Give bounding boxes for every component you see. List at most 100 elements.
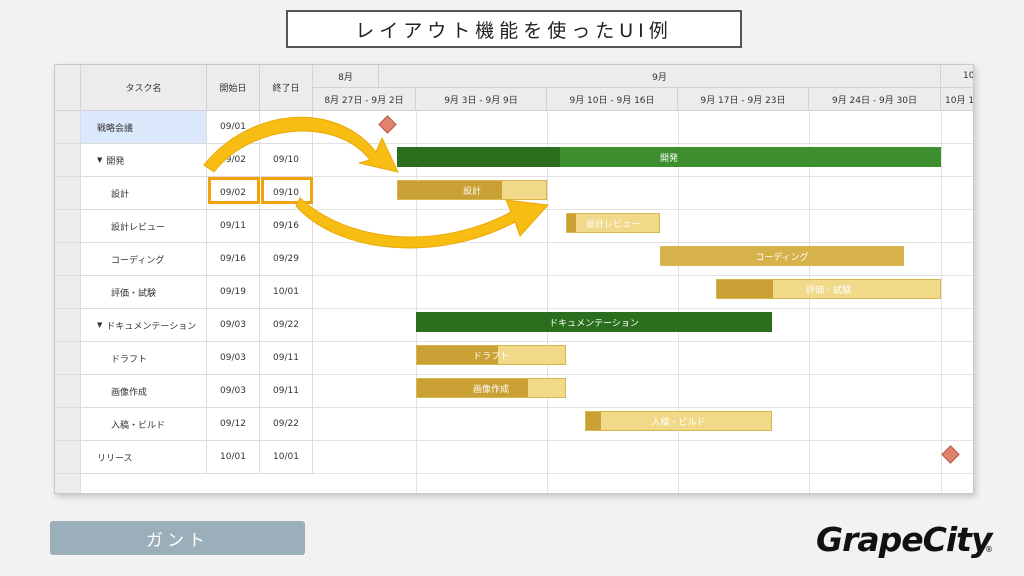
row-selector[interactable] bbox=[55, 408, 81, 440]
table-row[interactable]: 設計レビュー 09/11 09/16 bbox=[55, 210, 313, 243]
collapse-triangle-icon[interactable]: ▼ bbox=[97, 156, 102, 164]
gantt-chart: タスク名 開始日 終了日 戦略会議 09/01 09/01 ▼ 開発 09/02 … bbox=[54, 64, 974, 494]
gridline bbox=[678, 111, 679, 493]
task-name-cell: ▼ ドキュメンテーション bbox=[81, 309, 207, 341]
table-row[interactable]: 入稿・ビルド 09/12 09/22 bbox=[55, 408, 313, 441]
task-name: 入稿・ビルド bbox=[81, 408, 207, 440]
bar-label: 入稿・ビルド bbox=[651, 417, 706, 428]
task-name: 設計 bbox=[81, 177, 207, 209]
row-selector[interactable] bbox=[55, 375, 81, 407]
task-name-cell: ▼ 開発 bbox=[81, 144, 207, 176]
gridline bbox=[313, 275, 973, 276]
task-end[interactable]: 09/01 bbox=[260, 111, 313, 143]
task-end[interactable]: 09/10 bbox=[260, 144, 313, 176]
gridline bbox=[313, 440, 973, 441]
task-start[interactable]: 09/11 bbox=[207, 210, 260, 242]
bar-review[interactable]: 設計レビュー bbox=[566, 213, 660, 233]
row-selector[interactable] bbox=[55, 177, 81, 209]
row-selector[interactable] bbox=[55, 276, 81, 308]
task-start[interactable]: 09/02 bbox=[207, 144, 260, 176]
gridline bbox=[941, 111, 942, 493]
milestone-release[interactable] bbox=[941, 445, 960, 464]
column-header-start[interactable]: 開始日 bbox=[207, 65, 260, 111]
week-header: 10月 1 bbox=[941, 88, 973, 111]
week-header: 9月 3日 - 9月 9日 bbox=[416, 88, 547, 111]
row-selector[interactable] bbox=[55, 243, 81, 275]
month-header-sep: 9月 bbox=[379, 65, 941, 88]
bar-progress bbox=[586, 412, 601, 430]
table-row[interactable]: コーディング 09/16 09/29 bbox=[55, 243, 313, 276]
task-end[interactable]: 09/11 bbox=[260, 342, 313, 374]
task-start[interactable]: 09/03 bbox=[207, 342, 260, 374]
task-name: 戦略会議 bbox=[81, 111, 207, 143]
bar-label: ドラフト bbox=[472, 351, 509, 362]
table-row[interactable]: ▼ ドキュメンテーション 09/03 09/22 bbox=[55, 309, 313, 342]
task-end[interactable]: 09/29 bbox=[260, 243, 313, 275]
row-selector-filler bbox=[55, 474, 81, 493]
task-start[interactable]: 09/03 bbox=[207, 309, 260, 341]
task-end[interactable]: 09/16 bbox=[260, 210, 313, 242]
table-row[interactable]: ▼ 開発 09/02 09/10 bbox=[55, 144, 313, 177]
bar-coding[interactable]: コーディング bbox=[660, 246, 904, 266]
bar-dev[interactable]: 開発 bbox=[397, 147, 941, 167]
column-header-end[interactable]: 終了日 bbox=[260, 65, 313, 111]
row-selector[interactable] bbox=[55, 210, 81, 242]
bar-test[interactable]: 評価・試験 bbox=[716, 279, 941, 299]
table-row[interactable]: リリース 10/01 10/01 bbox=[55, 441, 313, 474]
grapecity-logo: GrapeCity bbox=[816, 520, 992, 559]
row-selector[interactable] bbox=[55, 144, 81, 176]
task-name: ドキュメンテーション bbox=[106, 321, 197, 332]
task-start[interactable]: 10/01 bbox=[207, 441, 260, 473]
gridline bbox=[313, 473, 973, 474]
row-selector[interactable] bbox=[55, 111, 81, 143]
bar-progress bbox=[567, 214, 577, 232]
bar-images[interactable]: 画像作成 bbox=[416, 378, 566, 398]
task-start[interactable]: 09/16 bbox=[207, 243, 260, 275]
task-name: コーディング bbox=[81, 243, 207, 275]
task-end[interactable]: 09/22 bbox=[260, 408, 313, 440]
highlight-start-date bbox=[208, 177, 260, 204]
bar-label: ドキュメンテーション bbox=[549, 318, 639, 329]
row-selector[interactable] bbox=[55, 342, 81, 374]
bar-label: 設計レビュー bbox=[585, 219, 640, 230]
row-selector[interactable] bbox=[55, 441, 81, 473]
gridline bbox=[547, 111, 548, 493]
table-row[interactable]: 戦略会議 09/01 09/01 bbox=[55, 111, 313, 144]
task-start[interactable]: 09/12 bbox=[207, 408, 260, 440]
bar-label: 画像作成 bbox=[472, 384, 509, 395]
bar-label: 設計 bbox=[462, 186, 481, 197]
task-end[interactable]: 09/11 bbox=[260, 375, 313, 407]
highlight-end-date bbox=[261, 177, 313, 204]
week-header: 8月 27日 - 9月 2日 bbox=[313, 88, 416, 111]
week-header: 9月 24日 - 9月 30日 bbox=[809, 88, 941, 111]
bar-design[interactable]: 設計 bbox=[397, 180, 547, 200]
task-name: 評価・試験 bbox=[81, 276, 207, 308]
bar-build[interactable]: 入稿・ビルド bbox=[585, 411, 772, 431]
bar-draft[interactable]: ドラフト bbox=[416, 345, 566, 365]
gridline bbox=[809, 111, 810, 493]
task-start[interactable]: 09/01 bbox=[207, 111, 260, 143]
select-all-header[interactable] bbox=[55, 65, 81, 111]
task-start[interactable]: 09/19 bbox=[207, 276, 260, 308]
task-end[interactable]: 09/22 bbox=[260, 309, 313, 341]
registered-mark: ® bbox=[985, 545, 993, 554]
bar-docs[interactable]: ドキュメンテーション bbox=[416, 312, 772, 332]
bar-label: 評価・試験 bbox=[805, 285, 851, 296]
table-row[interactable]: 評価・試験 09/19 10/01 bbox=[55, 276, 313, 309]
gridline bbox=[313, 374, 973, 375]
task-name: 開発 bbox=[106, 156, 125, 167]
table-row[interactable]: ドラフト 09/03 09/11 bbox=[55, 342, 313, 375]
collapse-triangle-icon[interactable]: ▼ bbox=[97, 321, 102, 329]
task-grid: タスク名 開始日 終了日 戦略会議 09/01 09/01 ▼ 開発 09/02 … bbox=[55, 65, 313, 493]
gridline bbox=[313, 308, 973, 309]
row-selector[interactable] bbox=[55, 309, 81, 341]
milestone-strategy-meeting[interactable] bbox=[378, 115, 397, 134]
task-name: 設計レビュー bbox=[81, 210, 207, 242]
table-row[interactable]: 画像作成 09/03 09/11 bbox=[55, 375, 313, 408]
column-header-task-name[interactable]: タスク名 bbox=[81, 65, 207, 111]
task-end[interactable]: 10/01 bbox=[260, 276, 313, 308]
task-end[interactable]: 10/01 bbox=[260, 441, 313, 473]
task-name: リリース bbox=[81, 441, 207, 473]
gridline bbox=[313, 176, 973, 177]
task-start[interactable]: 09/03 bbox=[207, 375, 260, 407]
